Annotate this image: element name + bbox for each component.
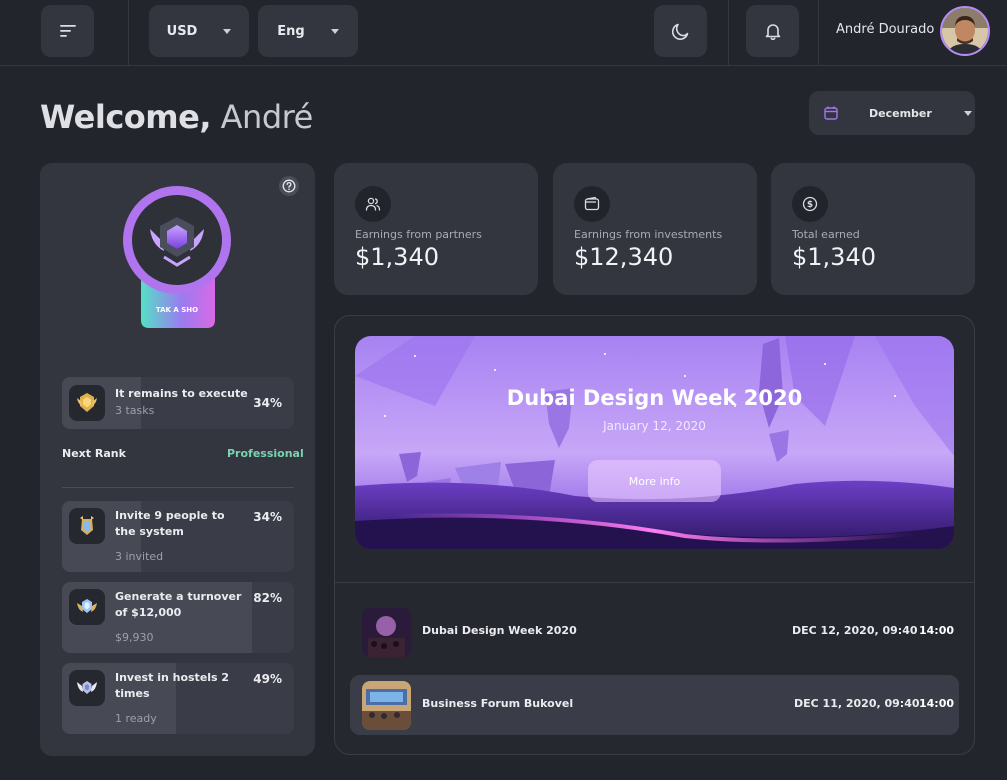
more-info-button[interactable]: More info	[588, 460, 721, 502]
divider	[728, 0, 729, 66]
task-percent: 34%	[253, 510, 282, 524]
page-title: Welcome, André	[40, 98, 313, 136]
task-subtitle: $9,930	[115, 631, 154, 644]
svg-text:$: $	[807, 200, 813, 210]
welcome-name: André	[220, 98, 314, 136]
stat-value: $1,340	[355, 243, 439, 271]
event-name: Business Forum Bukovel	[422, 697, 574, 710]
crown-icon	[69, 508, 105, 544]
currency-select[interactable]: USD	[149, 5, 249, 57]
stat-value: $12,340	[574, 243, 674, 271]
month-label: December	[869, 106, 932, 120]
notifications-button[interactable]	[746, 5, 799, 57]
task-item[interactable]: Invite 9 people to the system 3 invited …	[62, 501, 294, 572]
user-name: André Dourado	[836, 22, 935, 37]
stat-card-total: $ Total earned $1,340	[771, 163, 975, 295]
event-name: Dubai Design Week 2020	[422, 624, 577, 637]
help-icon[interactable]	[279, 176, 299, 196]
language-label: Eng	[277, 23, 305, 39]
users-icon	[355, 186, 391, 222]
currency-label: USD	[166, 23, 198, 39]
wings-badge-icon	[69, 670, 105, 706]
task-title: It remains to execute	[115, 387, 248, 400]
language-select[interactable]: Eng	[258, 5, 358, 57]
greeting: Welcome,	[40, 98, 211, 136]
rank-badge: TAK A SHO	[120, 185, 238, 333]
divider	[128, 0, 129, 66]
divider	[818, 0, 819, 66]
event-thumbnail	[362, 681, 411, 730]
chevron-down-icon	[330, 28, 339, 34]
task-item[interactable]: Invest in hostels 2 times 1 ready 49%	[62, 663, 294, 734]
stat-card-investments: Earnings from investments $12,340	[553, 163, 757, 295]
stat-label: Total earned	[792, 228, 860, 241]
divider	[62, 487, 294, 488]
task-title: Invite 9 people to the system	[115, 509, 225, 538]
dollar-icon: $	[792, 186, 828, 222]
event-row[interactable]: Business Forum Bukovel DEC 11, 2020, 09:…	[350, 675, 959, 735]
moon-icon	[671, 23, 688, 40]
bell-icon	[765, 24, 780, 41]
event-date: DEC 12, 2020, 09:40	[792, 624, 918, 637]
wallet-icon	[574, 186, 610, 222]
menu-button[interactable]	[41, 5, 94, 57]
event-time: 14:00	[919, 624, 955, 637]
stat-value: $1,340	[792, 243, 876, 271]
task-item[interactable]: Generate a turnover of $12,000 $9,930 82…	[62, 582, 294, 653]
chevron-down-icon	[963, 110, 972, 116]
event-banner: Dubai Design Week 2020 January 12, 2020 …	[355, 336, 954, 549]
task-percent: 34%	[253, 396, 282, 410]
current-task[interactable]: It remains to execute 3 tasks 34%	[62, 377, 294, 429]
trophy-icon	[69, 385, 105, 421]
next-rank-value: Professional	[227, 447, 304, 460]
banner-date: January 12, 2020	[603, 419, 706, 433]
chevron-down-icon	[223, 28, 232, 34]
next-rank-label: Next Rank	[62, 447, 126, 460]
event-row[interactable]: Dubai Design Week 2020 DEC 12, 2020, 09:…	[350, 602, 959, 662]
avatar[interactable]	[940, 6, 990, 56]
menu-icon	[59, 25, 76, 37]
task-percent: 82%	[253, 591, 282, 605]
divider	[335, 582, 974, 583]
task-subtitle: 3 invited	[115, 550, 164, 563]
stat-label: Earnings from partners	[355, 228, 482, 241]
task-title: Invest in hostels 2 times	[115, 671, 230, 700]
calendar-icon	[824, 106, 838, 120]
banner-title: Dubai Design Week 2020	[506, 386, 803, 410]
stat-label: Earnings from investments	[574, 228, 723, 241]
event-time: 14:00	[919, 697, 955, 710]
badge-text: TAK A SHO	[156, 306, 198, 314]
event-thumbnail	[362, 608, 411, 657]
wings-badge-icon	[69, 589, 105, 625]
stat-card-partners: Earnings from partners $1,340	[334, 163, 538, 295]
month-select[interactable]: December	[809, 91, 975, 135]
theme-toggle-button[interactable]	[654, 5, 707, 57]
task-subtitle: 3 tasks	[115, 404, 155, 417]
event-date: DEC 11, 2020, 09:40	[794, 697, 920, 710]
task-percent: 49%	[253, 672, 282, 686]
task-title: Generate a turnover of $12,000	[115, 590, 242, 619]
task-subtitle: 1 ready	[115, 712, 157, 725]
